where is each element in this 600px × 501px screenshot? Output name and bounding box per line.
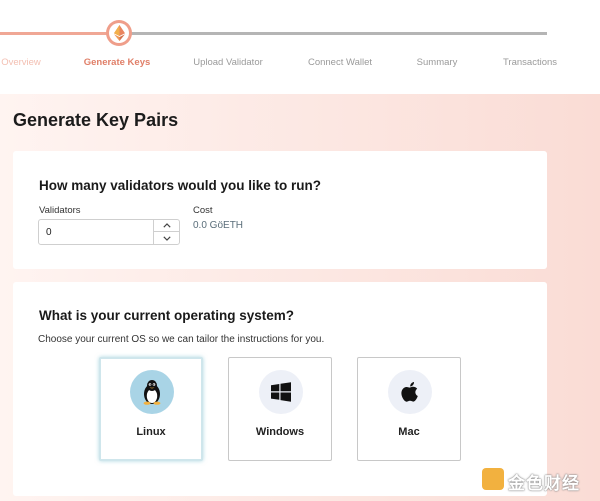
validators-count-value[interactable]: 0	[46, 227, 52, 238]
chevron-up-icon	[162, 223, 171, 228]
step-summary[interactable]: Summary	[417, 57, 458, 68]
step-overview[interactable]: Overview	[1, 57, 41, 68]
current-step-marker	[106, 20, 132, 46]
cost-value: 0.0 GöETH	[193, 220, 244, 231]
apple-icon	[401, 381, 418, 402]
validators-field-label: Validators	[39, 205, 81, 216]
os-option-mac[interactable]: Mac	[357, 357, 461, 461]
progress-stepper: Overview Generate Keys Upload Validator …	[0, 0, 600, 94]
ethereum-icon	[113, 25, 125, 41]
progress-track-remaining	[120, 32, 547, 35]
windows-icon	[271, 382, 291, 402]
validators-card-title: How many validators would you like to ru…	[39, 178, 322, 193]
os-option-mac-label: Mac	[398, 426, 420, 438]
apple-icon-circle	[388, 370, 432, 414]
validators-count-input[interactable]: 0	[38, 219, 180, 245]
step-connect-wallet[interactable]: Connect Wallet	[308, 57, 372, 68]
os-option-linux-label: Linux	[136, 426, 166, 438]
watermark: 金色财经	[482, 465, 596, 495]
watermark-logo	[482, 468, 504, 490]
decrement-button[interactable]	[154, 232, 179, 244]
os-option-linux[interactable]: Linux	[99, 357, 203, 461]
watermark-text: 金色财经	[508, 474, 580, 493]
step-upload-validator[interactable]: Upload Validator	[193, 57, 263, 68]
os-card-description: Choose your current OS so we can tailor …	[38, 334, 325, 345]
os-option-windows[interactable]: Windows	[228, 357, 332, 461]
progress-track-completed	[0, 32, 120, 35]
linux-icon-circle	[130, 370, 174, 414]
windows-icon-circle	[259, 370, 303, 414]
chevron-down-icon	[162, 235, 171, 241]
os-card-title: What is your current operating system?	[39, 308, 295, 323]
step-generate-keys[interactable]: Generate Keys	[84, 57, 151, 68]
increment-button[interactable]	[154, 220, 179, 232]
operating-system-card: What is your current operating system? C…	[13, 282, 547, 496]
cost-label: Cost	[193, 205, 213, 216]
page-title: Generate Key Pairs	[13, 110, 179, 130]
os-option-windows-label: Windows	[255, 426, 305, 438]
validators-count-stepper[interactable]	[153, 220, 179, 244]
validators-card: How many validators would you like to ru…	[13, 151, 547, 269]
main-content: Generate Key Pairs How many validators w…	[0, 94, 600, 501]
step-transactions[interactable]: Transactions	[503, 57, 557, 68]
linux-tux-icon	[143, 380, 161, 405]
